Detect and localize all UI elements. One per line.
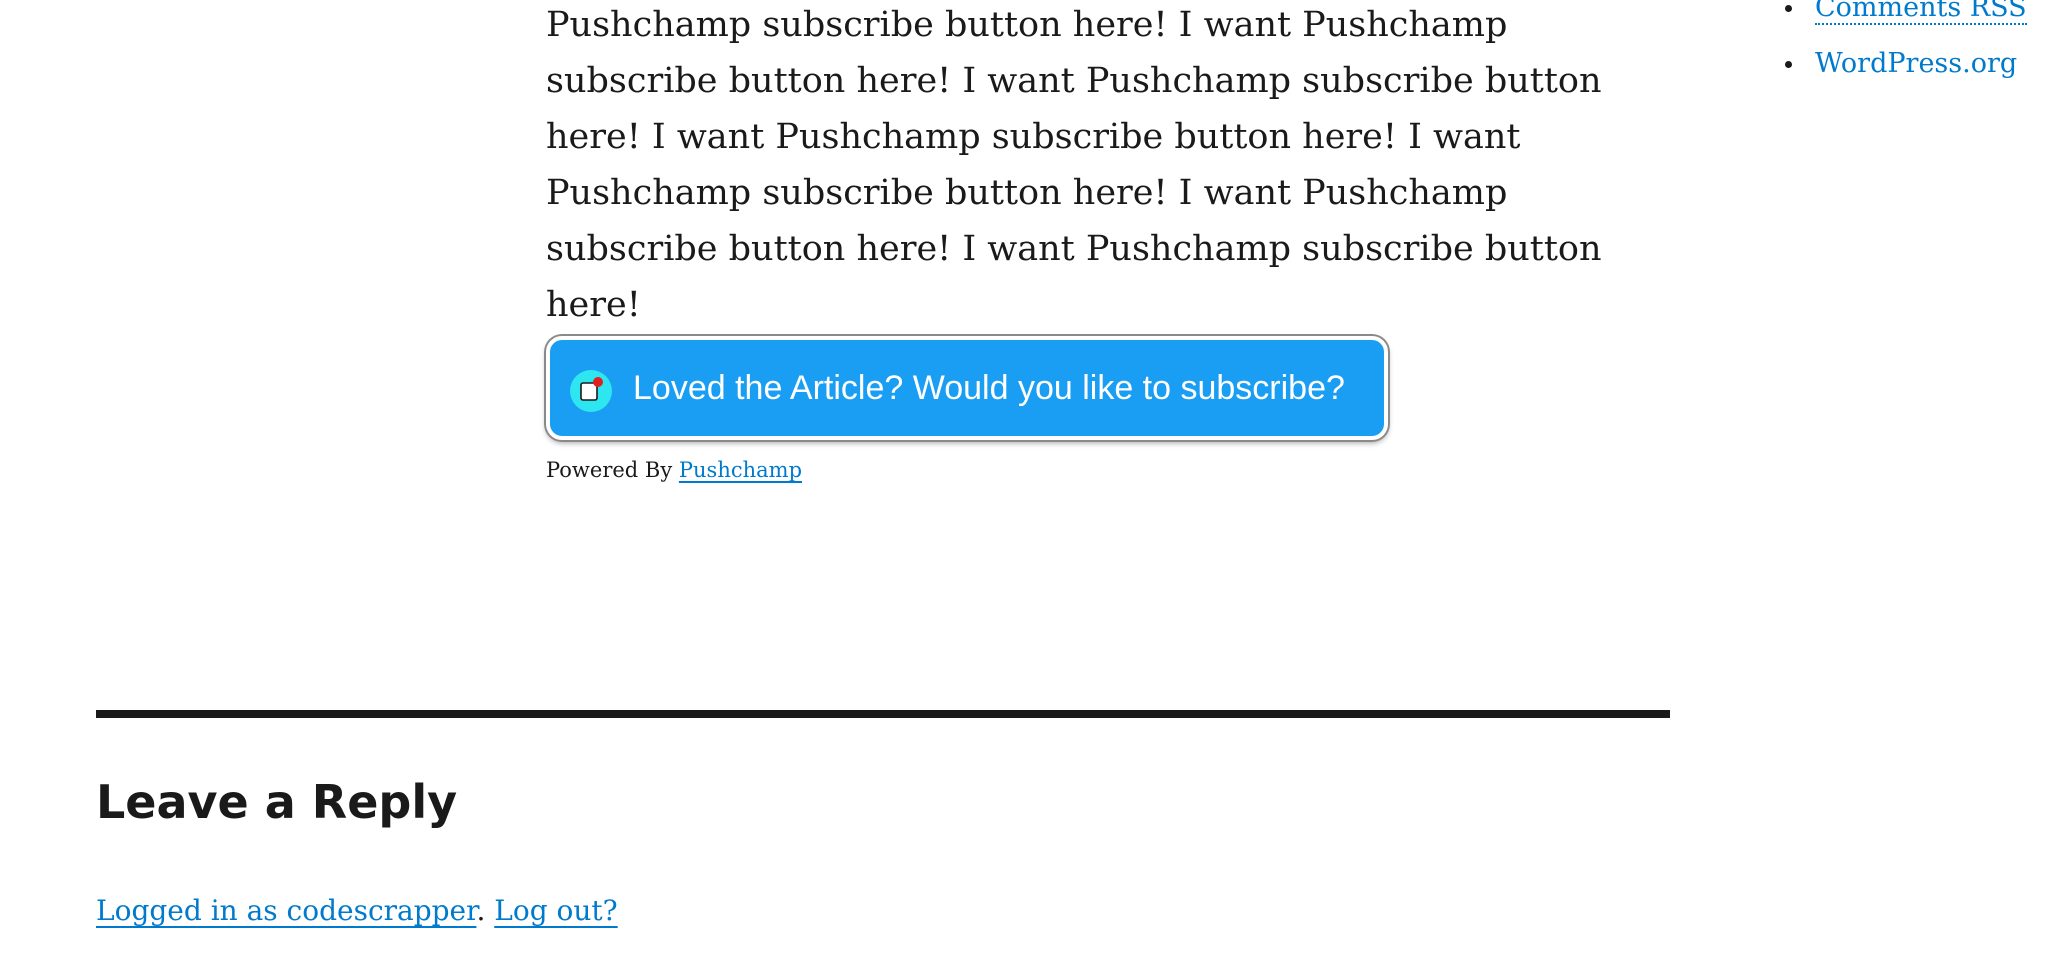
- powered-by: Powered By Pushchamp: [546, 450, 802, 490]
- log-out-link[interactable]: Log out?: [494, 894, 617, 927]
- pushchamp-link[interactable]: Pushchamp: [679, 458, 802, 482]
- reply-heading: Leave a Reply: [96, 775, 458, 829]
- sidebar-meta-list: Comments RSS WordPress.org: [1760, 0, 2027, 92]
- logged-in-notice: Logged in as codescrapper. Log out?: [96, 886, 618, 936]
- logged-in-separator: .: [476, 894, 495, 927]
- comments-rss-link[interactable]: Comments RSS: [1815, 0, 2027, 25]
- article-body-text: Pushchamp subscribe button here! I want …: [546, 5, 1602, 325]
- notification-bell-icon: [570, 370, 612, 412]
- subscribe-button[interactable]: Loved the Article? Would you like to sub…: [546, 336, 1388, 440]
- subscribe-button-label: Loved the Article? Would you like to sub…: [633, 369, 1345, 407]
- comments-separator: [96, 710, 1670, 718]
- sidebar-item-wordpress-org: WordPress.org: [1760, 36, 2027, 92]
- wordpress-org-link[interactable]: WordPress.org: [1815, 48, 2017, 79]
- powered-by-label: Powered By: [546, 458, 679, 482]
- logged-in-as-link[interactable]: Logged in as codescrapper: [96, 894, 476, 927]
- sidebar-item-comments-rss: Comments RSS: [1760, 0, 2027, 36]
